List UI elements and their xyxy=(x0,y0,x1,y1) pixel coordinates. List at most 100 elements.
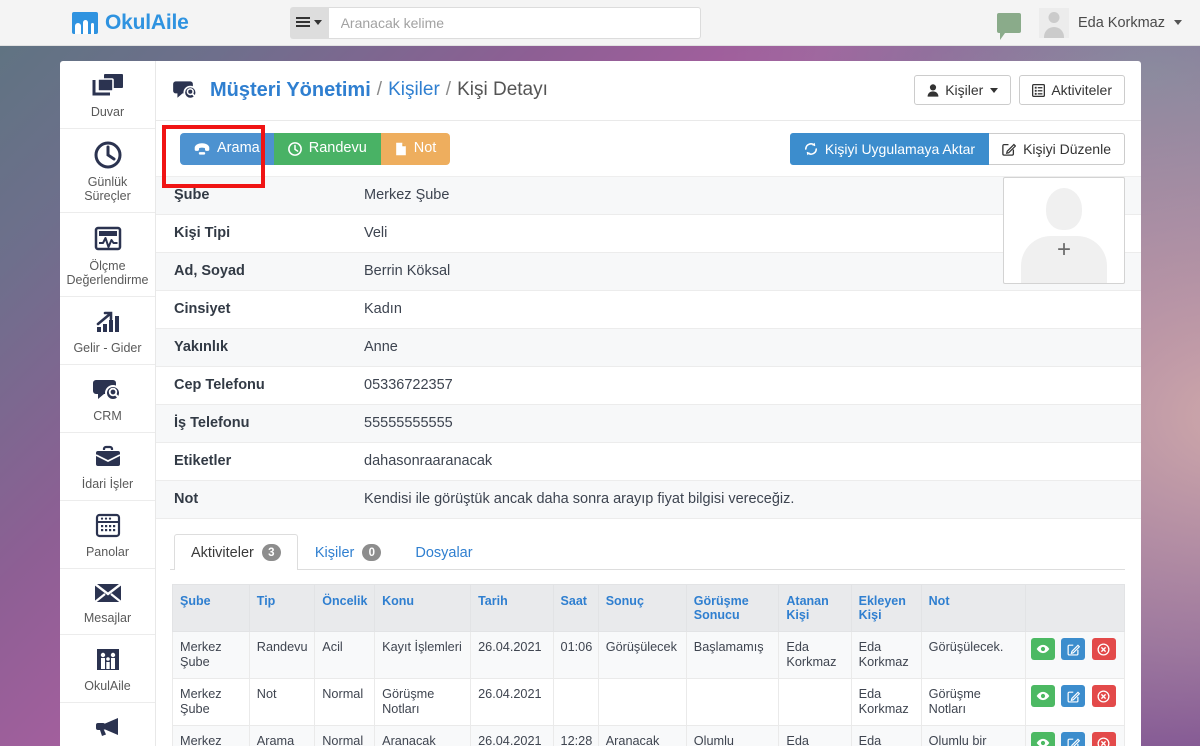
chevron-down-icon xyxy=(1174,20,1182,25)
action-bar: Arama Randevu Not Kişiyi Uygulamaya Akta… xyxy=(156,121,1141,188)
sidebar-item-idari-isler[interactable]: İdari İşler xyxy=(60,433,155,501)
col-header-tip[interactable]: Tip xyxy=(248,584,316,632)
cell-not: Görüşme Notları xyxy=(920,678,1026,726)
telephone-icon xyxy=(194,142,210,155)
eye-icon xyxy=(1036,691,1049,701)
detail-row: Yakınlık Anne xyxy=(156,328,1141,367)
cell-tarih: 26.04.2021 xyxy=(470,678,554,726)
detail-row: Şube Merkez Şube xyxy=(156,177,1141,215)
sidebar-item-label: CRM xyxy=(93,409,122,423)
table-row[interactable]: Merkez Şube Not Normal Görüşme Notları 2… xyxy=(172,678,1126,726)
kisiler-dropdown-button[interactable]: Kişiler xyxy=(914,75,1012,105)
detail-row: Cinsiyet Kadın xyxy=(156,290,1141,329)
cell-oncelik: Normal xyxy=(314,678,376,726)
tab-kisiler[interactable]: Kişiler 0 xyxy=(298,534,398,570)
randevu-button[interactable]: Randevu xyxy=(273,133,381,165)
windows-stack-icon xyxy=(92,74,123,96)
edit-square-icon xyxy=(1002,143,1017,156)
col-header-gorusme-sonucu[interactable]: Görüşme Sonucu xyxy=(685,584,780,632)
sidebar-item-duvar[interactable]: Duvar xyxy=(60,61,155,129)
edit-button[interactable] xyxy=(1061,685,1086,707)
col-header-tarih[interactable]: Tarih xyxy=(470,584,554,632)
cell-saat: 01:06 xyxy=(552,631,599,679)
family-icon xyxy=(96,649,119,670)
kisiyi-uygulamaya-aktar-button[interactable]: Kişiyi Uygulamaya Aktar xyxy=(789,133,990,165)
cell-actions xyxy=(1024,631,1126,679)
app-shell: Duvar Günlük Süreçler Ölçme Değerlendirme xyxy=(60,61,1141,746)
delete-button[interactable] xyxy=(1091,685,1116,707)
user-menu[interactable]: Eda Korkmaz xyxy=(1038,7,1182,38)
kisiyi-duzenle-button[interactable]: Kişiyi Düzenle xyxy=(989,133,1125,165)
detail-value: Kadın xyxy=(364,301,402,317)
cell-saat: 12:28 xyxy=(552,725,599,746)
aktiviteler-button[interactable]: Aktiviteler xyxy=(1019,75,1125,105)
cell-not: Olumlu bir görüşme. xyxy=(920,725,1026,746)
search-input[interactable] xyxy=(328,6,701,39)
user-name: Eda Korkmaz xyxy=(1077,14,1165,31)
sidebar-item-yeni[interactable]: Yeni xyxy=(60,703,155,746)
not-button-label: Not xyxy=(413,140,437,157)
eye-icon xyxy=(1036,738,1049,746)
col-header-sube[interactable]: Şube xyxy=(172,584,250,632)
sidebar-item-gelir-gider[interactable]: Gelir - Gider xyxy=(60,297,155,365)
col-header-konu[interactable]: Konu xyxy=(374,584,472,632)
sidebar-item-okulaile[interactable]: OkulAile xyxy=(60,635,155,703)
delete-button[interactable] xyxy=(1091,732,1116,746)
cell-gorusme-sonucu xyxy=(685,678,780,726)
sidebar-item-mesajlar[interactable]: Mesajlar xyxy=(60,569,155,635)
table-row[interactable]: Merkez Şube Randevu Acil Kayıt İşlemleri… xyxy=(172,631,1126,679)
breadcrumb-root: Müşteri Yönetimi xyxy=(210,78,371,101)
kisiyi-uygulamaya-aktar-label: Kişiyi Uygulamaya Aktar xyxy=(824,141,976,157)
col-header-oncelik[interactable]: Öncelik xyxy=(314,584,376,632)
cell-oncelik: Acil xyxy=(314,631,376,679)
cell-not: Görüşülecek. xyxy=(920,631,1026,679)
table-row[interactable]: Merkez Şube Arama Normal Aranacak 26.04.… xyxy=(172,725,1126,746)
view-button[interactable] xyxy=(1030,685,1055,707)
col-header-atanan-kisi[interactable]: Atanan Kişi xyxy=(778,584,852,632)
view-button[interactable] xyxy=(1030,732,1055,746)
sidebar-item-olcme-degerlendirme[interactable]: Ölçme Değerlendirme xyxy=(60,213,155,297)
aktiviteler-button-label: Aktiviteler xyxy=(1051,82,1112,98)
cell-atanan-kisi: Eda Korkmaz xyxy=(778,725,852,746)
search-filter-menu-button[interactable] xyxy=(289,6,329,39)
detail-row: Etiketler dahasonraaranacak xyxy=(156,442,1141,481)
sidebar-item-crm[interactable]: CRM xyxy=(60,365,155,433)
pulse-monitor-icon xyxy=(94,226,121,251)
chat-bubble-icon[interactable] xyxy=(996,12,1021,40)
person-details: Şube Merkez Şube Kişi Tipi Veli Ad, Soya… xyxy=(156,177,1141,519)
main-content: Müşteri Yönetimi / Kişiler / Kişi Detayı… xyxy=(155,61,1141,746)
cell-sube: Merkez Şube xyxy=(172,725,250,746)
col-header-ekleyen-kisi[interactable]: Ekleyen Kişi xyxy=(850,584,922,632)
col-header-sonuc[interactable]: Sonuç xyxy=(597,584,687,632)
col-header-saat[interactable]: Saat xyxy=(552,584,599,632)
person-photo-upload[interactable]: + xyxy=(1003,177,1125,284)
not-button[interactable]: Not xyxy=(380,133,451,165)
delete-button[interactable] xyxy=(1091,638,1116,660)
tab-dosyalar[interactable]: Dosyalar xyxy=(398,535,489,570)
edit-square-icon xyxy=(1067,738,1080,746)
kisiyi-duzenle-label: Kişiyi Düzenle xyxy=(1023,141,1111,157)
kisiler-dropdown-label: Kişiler xyxy=(945,82,984,98)
bar-chart-arrow-icon xyxy=(96,311,119,332)
detail-key: Ad, Soyad xyxy=(174,263,245,279)
col-header-not[interactable]: Not xyxy=(920,584,1026,632)
tab-badge: 3 xyxy=(261,544,281,561)
edit-button[interactable] xyxy=(1061,638,1086,660)
sidebar-item-gunluk-surecler[interactable]: Günlük Süreçler xyxy=(60,129,155,213)
clock-icon xyxy=(287,141,302,156)
tabs-section: Aktiviteler 3 Kişiler 0 Dosyalar xyxy=(156,519,1141,570)
detail-value: Anne xyxy=(364,339,398,355)
breadcrumb-link-kisiler[interactable]: Kişiler xyxy=(388,79,440,101)
edit-button[interactable] xyxy=(1061,732,1086,746)
edit-square-icon xyxy=(1067,691,1080,703)
cell-tarih: 26.04.2021 xyxy=(470,725,554,746)
col-header-actions xyxy=(1024,584,1126,632)
detail-value: 05336722357 xyxy=(364,377,453,393)
top-bar-right: Eda Korkmaz xyxy=(996,7,1182,40)
arama-button[interactable]: Arama xyxy=(180,133,274,165)
cell-tarih: 26.04.2021 xyxy=(470,631,554,679)
tab-aktiviteler[interactable]: Aktiviteler 3 xyxy=(174,534,298,570)
view-button[interactable] xyxy=(1030,638,1055,660)
brand-logo[interactable]: OkulAile xyxy=(72,11,189,35)
sidebar-item-panolar[interactable]: Panolar xyxy=(60,501,155,569)
